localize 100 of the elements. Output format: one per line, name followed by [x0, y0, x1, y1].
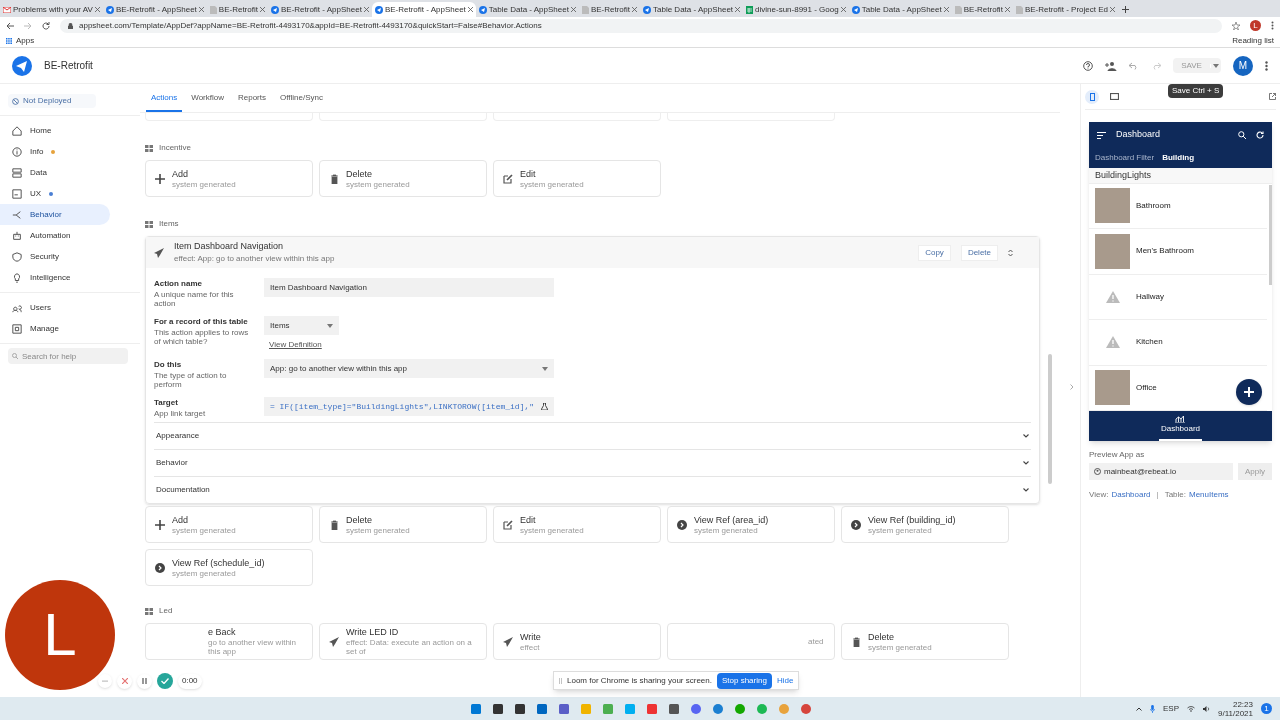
action-header-button[interactable]: Delete [960, 244, 998, 261]
nav-item[interactable]: Info [0, 141, 110, 162]
action-card[interactable]: Write LED ID effect: Data: execute an action on a set of [319, 623, 487, 660]
menu-icon[interactable] [1097, 131, 1106, 139]
add-person-icon[interactable] [1105, 60, 1117, 71]
action-type-dropdown[interactable]: App: go to another view within this app [264, 359, 554, 378]
close-icon[interactable] [570, 7, 576, 12]
profile-avatar[interactable]: L [1250, 20, 1261, 31]
wifi-icon[interactable] [1187, 705, 1195, 712]
browser-tab[interactable]: BE-Retrofit - Project Ed [1012, 2, 1118, 17]
table-dropdown[interactable]: Items [264, 316, 339, 335]
more-vert-icon[interactable] [1271, 21, 1274, 30]
action-card[interactable]: View Ref (schedule_id) system generated [145, 549, 313, 586]
action-header-button[interactable]: Copy [918, 244, 951, 261]
section-tab[interactable]: Reports [233, 92, 271, 112]
finish-recording-button[interactable] [157, 673, 173, 689]
search-field[interactable]: Search for help [8, 348, 128, 364]
chevron-up-icon[interactable] [1136, 706, 1142, 711]
close-icon[interactable] [259, 7, 265, 12]
close-icon[interactable] [363, 7, 369, 12]
action-card[interactable]: Delete system generated [841, 623, 1009, 660]
table-link[interactable]: MenuItems [1189, 489, 1229, 501]
close-icon[interactable] [840, 7, 846, 12]
deploy-status-badge[interactable]: Not Deployed [8, 94, 96, 108]
browser-tab[interactable]: BE-Retrofit - AppSheet [102, 2, 207, 17]
nav-item[interactable]: Users [0, 297, 110, 318]
browser-tab[interactable]: Table Data - AppSheet [475, 2, 579, 17]
section-tab[interactable]: Offline/Sync [275, 92, 328, 112]
browser-tab[interactable]: BE-Retrofit [578, 2, 640, 17]
address-bar[interactable]: appsheet.com/Template/AppDef?appName=BE-Retrofit-4493170&appId=BE-Retrofit-4493170&quickStart=False#Behavior.Actions [60, 18, 1222, 33]
speaker-icon[interactable] [1203, 705, 1210, 712]
close-icon[interactable] [735, 7, 741, 12]
view-definition-link[interactable]: View Definition [269, 339, 339, 351]
action-card[interactable]: Delete system generated [319, 160, 487, 197]
nav-item[interactable]: Automation [0, 225, 110, 246]
action-card[interactable]: Edit system generated [493, 506, 661, 543]
list-row[interactable]: Men's Bathroom [1089, 229, 1267, 275]
language-indicator[interactable]: ESP [1163, 702, 1179, 715]
browser-tab[interactable]: BE-Retrofit [951, 2, 1013, 17]
action-card[interactable]: e Back go to another view within this app [145, 623, 313, 660]
browser-tab[interactable]: divine-sun-8991 - Goog [743, 2, 849, 17]
refresh-icon[interactable] [1256, 131, 1264, 139]
close-icon[interactable] [467, 7, 473, 12]
more-vert-icon[interactable] [1265, 60, 1268, 71]
back-arrow-icon[interactable] [6, 21, 14, 30]
close-icon[interactable] [1110, 7, 1115, 12]
action-card[interactable]: Write effect [493, 623, 661, 660]
clock-date[interactable]: 9/11/2021 [1218, 708, 1253, 718]
browser-tab[interactable]: Table Data - AppSheet [848, 2, 952, 17]
close-icon[interactable] [632, 7, 637, 12]
collapsible-section[interactable]: Appearance [154, 422, 1031, 449]
list-row[interactable]: Bathroom [1089, 183, 1267, 229]
action-card[interactable]: Edit system generated [493, 160, 661, 197]
apps-grid-icon[interactable] [6, 37, 12, 44]
browser-tab[interactable]: BE-Retrofit [206, 2, 268, 17]
browser-tab[interactable]: Table Data - AppSheet [640, 2, 744, 17]
undo-icon[interactable] [1129, 61, 1139, 70]
close-icon[interactable] [943, 7, 949, 12]
drag-handle-icon[interactable] [559, 677, 562, 684]
browser-tab[interactable]: BE-Retrofit - AppSheet [371, 2, 476, 17]
reload-icon[interactable] [42, 21, 50, 30]
action-card[interactable]: View Ref (area_id) system generated [667, 506, 835, 543]
stop-sharing-button[interactable]: Stop sharing [716, 672, 772, 689]
nav-item[interactable]: Manage [0, 318, 110, 339]
nav-item[interactable]: Data [0, 162, 110, 183]
close-icon[interactable] [198, 7, 204, 12]
close-icon[interactable] [1004, 7, 1010, 12]
hide-link[interactable]: Hide [776, 674, 794, 687]
nav-item[interactable]: Home [0, 120, 110, 141]
preview-user-field[interactable]: mainbeat@rebeat.io [1089, 463, 1233, 480]
open-external-icon[interactable] [1269, 93, 1276, 100]
nav-item[interactable]: Intelligence [0, 267, 110, 288]
section-tab[interactable]: Actions [146, 92, 183, 112]
help-icon[interactable] [1083, 60, 1093, 71]
nav-item[interactable]: UX [0, 183, 110, 204]
screen-tab[interactable]: Building [1162, 152, 1195, 164]
reading-list-button[interactable]: Reading list [1232, 34, 1274, 47]
expand-collapse-icon[interactable] [1008, 248, 1013, 257]
pause-button[interactable] [137, 673, 152, 689]
view-link[interactable]: Dashboard [1111, 489, 1151, 501]
nav-item[interactable]: Security [0, 246, 110, 267]
browser-tab[interactable]: Problems with your AV [0, 2, 103, 17]
star-icon[interactable] [1232, 21, 1240, 30]
collapsible-section[interactable]: Behavior [154, 449, 1031, 476]
add-fab[interactable] [1236, 379, 1262, 405]
action-name-field[interactable]: Item Dashboard Navigation [264, 278, 554, 297]
user-avatar[interactable]: M [1233, 55, 1253, 76]
action-card[interactable]: View Ref (building_id) system generated [841, 506, 1009, 543]
new-tab-icon[interactable] [1122, 6, 1129, 13]
action-card[interactable]: Add system generated [145, 160, 313, 197]
section-tab[interactable]: Workflow [186, 92, 229, 112]
close-icon[interactable] [94, 7, 100, 12]
action-card[interactable]: Delete system generated [319, 506, 487, 543]
action-card[interactable]: Add system generated [145, 506, 313, 543]
cancel-recording-button[interactable] [117, 673, 132, 689]
list-row[interactable]: Hallway [1089, 274, 1267, 320]
collapsible-section[interactable]: Documentation [154, 476, 1031, 503]
phone-view-toggle[interactable] [1085, 89, 1099, 104]
browser-tab[interactable]: BE-Retrofit - AppSheet [267, 2, 372, 17]
clock-time[interactable]: 22:23 [1232, 699, 1253, 709]
